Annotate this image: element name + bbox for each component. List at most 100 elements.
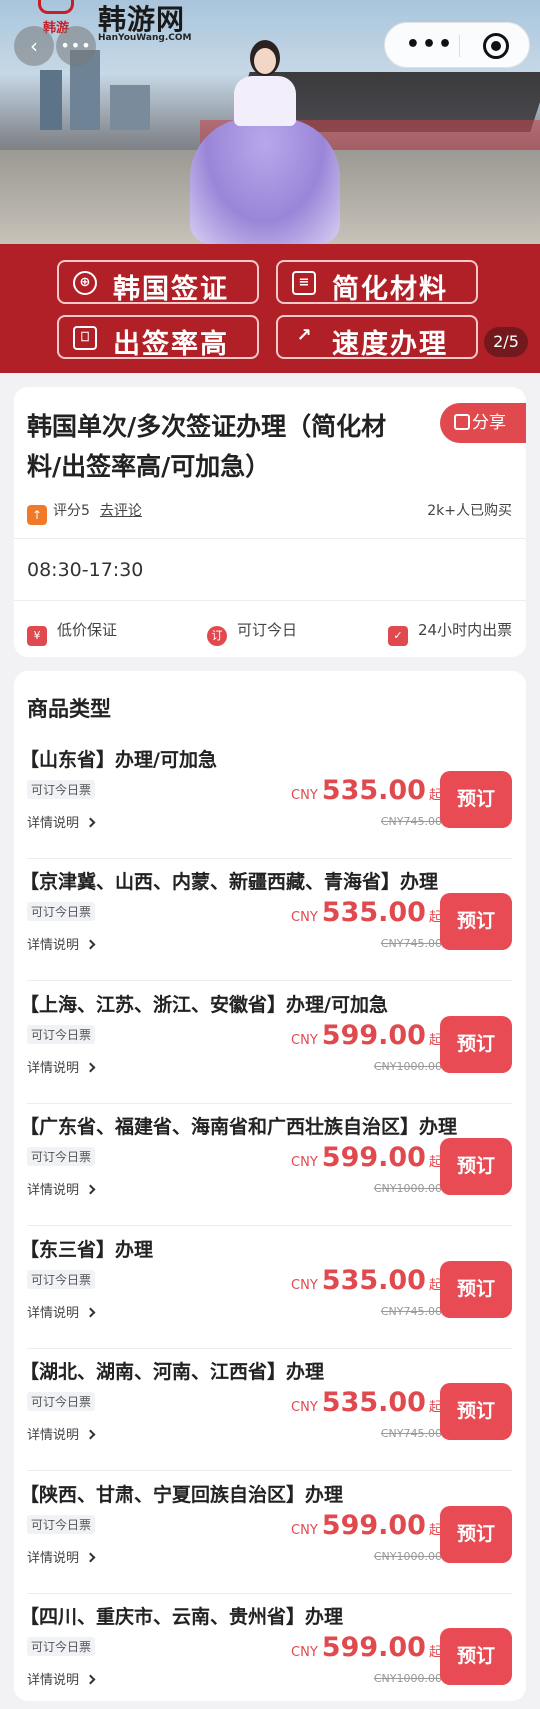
price-value: 599.00 <box>321 1510 426 1541</box>
today-badge: 可订今日票 <box>27 1147 96 1166</box>
shield-check-icon: ✓ <box>388 626 408 646</box>
product-info-card: 韩国单次/多次签证办理（简化材料/出签率高/可加急） 分享 ↑ 评分5 去评论 2k… <box>14 387 526 657</box>
original-price: CNY745.00 <box>380 815 442 828</box>
product-name: 【山东省】办理/可加急 <box>20 749 217 771</box>
details-link[interactable]: 详情说明 <box>27 1669 96 1688</box>
price-value: 599.00 <box>321 1632 426 1663</box>
divider <box>14 538 526 539</box>
price-value: 535.00 <box>321 897 426 928</box>
chevron-right-icon <box>85 939 96 950</box>
guarantee-24h-ticket: ✓ 24小时内出票 <box>388 619 512 646</box>
details-link[interactable]: 详情说明 <box>27 1057 96 1076</box>
original-price: CNY1000.00 <box>373 1672 442 1685</box>
hanbok-model-image <box>190 30 340 244</box>
rating-score: 评分5 <box>53 503 90 519</box>
product-name: 【京津冀、山西、内蒙、新疆西藏、青海省】办理 <box>20 871 439 893</box>
price: CNY 535.00 起 <box>291 897 442 928</box>
details-link[interactable]: 详情说明 <box>27 1424 96 1443</box>
product-item: 【湖北、湖南、河南、江西省】办理 可订今日票 详情说明 CNY 535.00 起 C… <box>14 1349 526 1471</box>
details-link[interactable]: 详情说明 <box>27 812 96 831</box>
currency: CNY <box>291 1400 318 1415</box>
product-name: 【四川、重庆市、云南、贵州省】办理 <box>20 1606 344 1628</box>
details-label: 详情说明 <box>27 1061 80 1076</box>
product-item: 【东三省】办理 可订今日票 详情说明 CNY 535.00 起 CNY745.00 … <box>14 1227 526 1349</box>
today-badge: 可订今日票 <box>27 1270 96 1289</box>
details-link[interactable]: 详情说明 <box>27 1179 96 1198</box>
product-item: 【四川、重庆市、云南、贵州省】办理 可订今日票 详情说明 CNY 599.00 起 … <box>14 1594 526 1709</box>
capsule-close-icon[interactable] <box>483 33 509 59</box>
currency: CNY <box>291 910 318 925</box>
price: CNY 599.00 起 <box>291 1632 442 1663</box>
tag-label: 韩国签证 <box>113 274 229 305</box>
book-button[interactable]: 预订 <box>440 1383 512 1440</box>
capsule-divider <box>459 35 460 57</box>
product-item: 【京津冀、山西、内蒙、新疆西藏、青海省】办理 可订今日票 详情说明 CNY 535… <box>14 859 526 981</box>
divider <box>27 980 512 981</box>
tag-simplified-docs: ≡ 简化材料 <box>276 260 478 305</box>
flame-icon: ↑ <box>27 505 47 525</box>
back-button[interactable]: ‹ <box>14 26 54 66</box>
guarantee-low-price: ¥ 低价保证 <box>27 619 117 646</box>
product-item: 【陕西、甘肃、宁夏回族自治区】办理 可订今日票 详情说明 CNY 599.00 起 … <box>14 1472 526 1594</box>
divider <box>27 1225 512 1226</box>
sold-count: 2k+人已购买 <box>427 503 512 519</box>
today-badge: 可订今日票 <box>27 1637 96 1656</box>
currency: CNY <box>291 1523 318 1538</box>
product-item: 【山东省】办理/可加急 可订今日票 详情说明 CNY 535.00 起 CNY745… <box>14 737 526 859</box>
feature-banner: ⊕ 韩国签证 ≡ 简化材料 ⎕ 出签率高 ↗ 速度办理 <box>0 244 540 373</box>
divider <box>14 600 526 601</box>
price: CNY 599.00 起 <box>291 1142 442 1173</box>
share-button[interactable]: 分享 <box>440 403 526 443</box>
chevron-right-icon <box>85 1184 96 1195</box>
details-link[interactable]: 详情说明 <box>27 934 96 953</box>
rating-row: ↑ 评分5 去评论 <box>27 500 142 525</box>
rocket-icon: ↗ <box>296 325 312 346</box>
price-tag-icon: ¥ <box>27 626 47 646</box>
currency: CNY <box>291 1278 318 1293</box>
original-price: CNY745.00 <box>380 1427 442 1440</box>
guarantee-label: 可订今日 <box>237 621 298 639</box>
product-item: 【广东省、福建省、海南省和广西壮族自治区】办理 可订今日票 详情说明 CNY 59… <box>14 1104 526 1226</box>
details-link[interactable]: 详情说明 <box>27 1547 96 1566</box>
chevron-left-icon: ‹ <box>30 34 38 58</box>
today-badge: 可订今日票 <box>27 1392 96 1411</box>
product-types-card: 商品类型 【山东省】办理/可加急 可订今日票 详情说明 CNY 535.00 起 C… <box>14 671 526 1701</box>
product-item: 【上海、江苏、浙江、安徽省】办理/可加急 可订今日票 详情说明 CNY 599.0… <box>14 982 526 1104</box>
book-button[interactable]: 预订 <box>440 1016 512 1073</box>
product-title: 韩国单次/多次签证办理（简化材料/出签率高/可加急） <box>27 412 387 481</box>
site-logo: 韩游 韩游网 HanYouWang.COM <box>28 0 208 46</box>
book-button[interactable]: 预订 <box>440 1261 512 1318</box>
details-link[interactable]: 详情说明 <box>27 1302 96 1321</box>
book-button[interactable]: 预订 <box>440 1138 512 1195</box>
carousel-pager: 2/5 <box>484 327 528 357</box>
review-link[interactable]: 去评论 <box>100 503 142 519</box>
tag-fast-processing: ↗ 速度办理 <box>276 315 478 360</box>
original-price: CNY1000.00 <box>373 1182 442 1195</box>
more-button[interactable]: ••• <box>56 26 96 66</box>
today-badge: 可订今日票 <box>27 1515 96 1534</box>
details-label: 详情说明 <box>27 816 80 831</box>
tag-label: 出签率高 <box>113 329 229 360</box>
price-value: 599.00 <box>321 1142 426 1173</box>
currency: CNY <box>291 788 318 803</box>
book-button[interactable]: 预订 <box>440 1506 512 1563</box>
book-button[interactable]: 预订 <box>440 771 512 828</box>
book-icon: 订 <box>207 626 227 646</box>
currency: CNY <box>291 1155 318 1170</box>
original-price: CNY1000.00 <box>373 1550 442 1563</box>
today-badge: 可订今日票 <box>27 780 96 799</box>
chevron-right-icon <box>85 1552 96 1563</box>
price: CNY 535.00 起 <box>291 1387 442 1418</box>
original-price: CNY745.00 <box>380 1305 442 1318</box>
book-button[interactable]: 预订 <box>440 893 512 950</box>
capsule-more-button[interactable]: ••• <box>403 23 457 69</box>
original-price: CNY1000.00 <box>373 1060 442 1073</box>
book-button[interactable]: 预订 <box>440 1628 512 1685</box>
details-label: 详情说明 <box>27 1428 80 1443</box>
chevron-right-icon <box>85 817 96 828</box>
today-badge: 可订今日票 <box>27 1025 96 1044</box>
tag-korea-visa: ⊕ 韩国签证 <box>57 260 259 305</box>
document-icon: ≡ <box>292 271 316 295</box>
chevron-right-icon <box>85 1429 96 1440</box>
share-label: 分享 <box>472 413 506 433</box>
